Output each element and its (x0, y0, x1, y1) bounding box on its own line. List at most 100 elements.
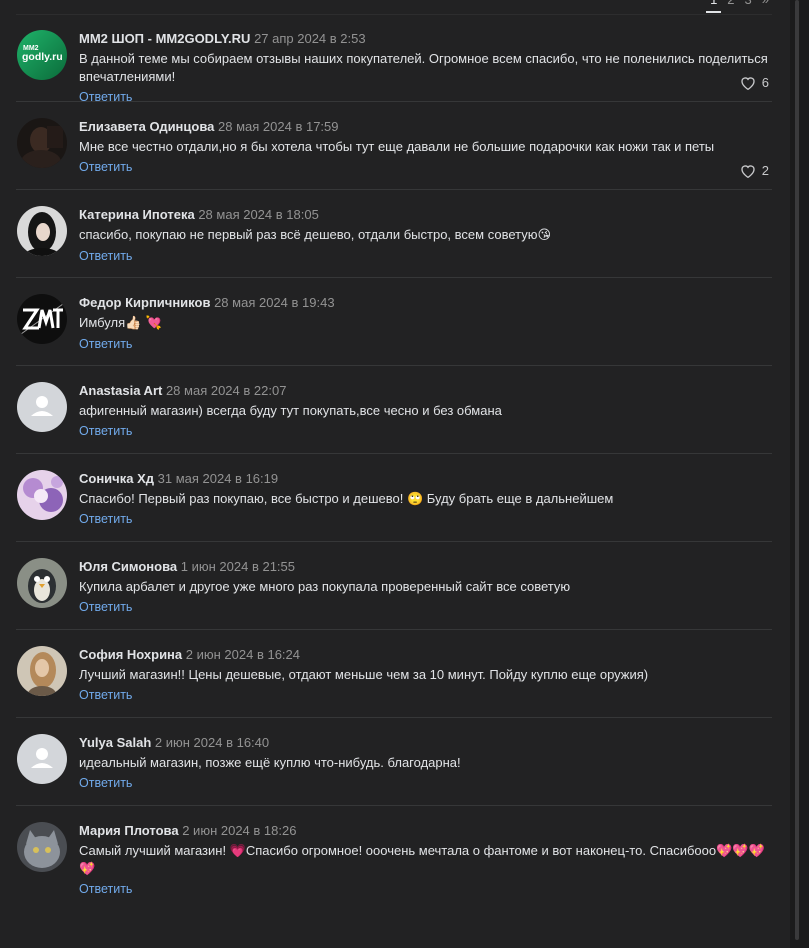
reply-button[interactable]: Ответить (79, 775, 132, 791)
comment-date[interactable]: 31 мая 2024 в 16:19 (158, 471, 278, 486)
reply-button[interactable]: Ответить (79, 687, 132, 703)
comment-date[interactable]: 2 июн 2024 в 16:24 (186, 647, 300, 662)
comment-body: Елизавета Одинцова 28 мая 2024 в 17:59 М… (79, 118, 772, 176)
pagination: 1 2 3 » (705, 0, 769, 13)
comment-body: Мария Плотова 2 июн 2024 в 18:26 Самый л… (79, 822, 772, 898)
comment-item: Юля Симонова 1 июн 2024 в 21:55 Купила а… (16, 542, 772, 630)
reply-button[interactable]: Ответить (79, 599, 132, 615)
comment-text: В данной теме мы собираем отзывы наших п… (79, 51, 768, 84)
like-count: 2 (761, 163, 769, 178)
comment-date[interactable]: 2 июн 2024 в 18:26 (182, 823, 296, 838)
comment-text: Мне все честно отдали,но я бы хотела что… (79, 139, 715, 154)
comment-text: афигенный магазин) всегда буду тут покуп… (79, 403, 502, 418)
comment-text: Лучший магазин!! Цены дешевые, отдают ме… (79, 667, 649, 682)
comment-header: Юля Симонова 1 июн 2024 в 21:55 (79, 558, 772, 576)
comment-body: Катерина Ипотека 28 мая 2024 в 18:05 спа… (79, 206, 772, 265)
comment-header: Катерина Ипотека 28 мая 2024 в 18:05 (79, 206, 772, 224)
avatar-photo[interactable] (17, 822, 67, 872)
comment-body: MM2 ШОП - MM2GODLY.RU 27 апр 2024 в 2:53… (79, 30, 772, 106)
comment-text: Самый лучший магазин! 💗Спасибо огромное!… (79, 843, 765, 876)
reply-button[interactable]: Ответить (79, 511, 132, 527)
comment-header: MM2 ШОП - MM2GODLY.RU 27 апр 2024 в 2:53 (79, 30, 772, 48)
comment-date[interactable]: 27 апр 2024 в 2:53 (254, 31, 366, 46)
comment-item: Anastasia Art 28 мая 2024 в 22:07 афиген… (16, 366, 772, 454)
comment-body: София Нохрина 2 июн 2024 в 16:24 Лучший … (79, 646, 772, 704)
comment-text: Имбуля👍🏻 💘 (79, 314, 769, 333)
comment-text: идеальный магазин, позже ещё куплю что-н… (79, 755, 461, 770)
comment-item: MM2 godly.ru MM2 ШОП - MM2GODLY.RU 27 ап… (16, 14, 772, 104)
author-name[interactable]: Елизавета Одинцова (79, 119, 214, 134)
page-3-link[interactable]: 3 (745, 0, 752, 7)
like-button[interactable]: 6 (740, 75, 769, 90)
comment-body: Yulya Salah 2 июн 2024 в 16:40 идеальный… (79, 734, 772, 792)
avatar-default[interactable] (17, 382, 67, 432)
comment-item: София Нохрина 2 июн 2024 в 16:24 Лучший … (16, 630, 772, 718)
comment-item: Катерина Ипотека 28 мая 2024 в 18:05 спа… (16, 190, 772, 278)
heart-icon (741, 164, 755, 178)
comment-header: Anastasia Art 28 мая 2024 в 22:07 (79, 382, 772, 400)
avatar-default[interactable] (17, 734, 67, 784)
emoji-kiss: 😘 (537, 228, 552, 243)
comment-date[interactable]: 1 июн 2024 в 21:55 (181, 559, 295, 574)
page-1-link[interactable]: 1 (705, 0, 722, 13)
reply-button[interactable]: Ответить (79, 336, 132, 352)
author-name[interactable]: Соничка Хд (79, 471, 154, 486)
comment-date[interactable]: 28 мая 2024 в 22:07 (166, 383, 286, 398)
svg-text:godly.ru: godly.ru (22, 51, 63, 63)
comment-item: Федор Кирпичников 28 мая 2024 в 19:43 Им… (16, 278, 772, 366)
author-name[interactable]: Катерина Ипотека (79, 207, 195, 222)
comment-header: Yulya Salah 2 июн 2024 в 16:40 (79, 734, 772, 752)
comment-body: Федор Кирпичников 28 мая 2024 в 19:43 Им… (79, 294, 772, 353)
comment-item: Yulya Salah 2 июн 2024 в 16:40 идеальный… (16, 718, 772, 806)
comment-header: Соничка Хд 31 мая 2024 в 16:19 (79, 470, 772, 488)
comment-item: Мария Плотова 2 июн 2024 в 18:26 Самый л… (16, 806, 772, 914)
author-name[interactable]: Anastasia Art (79, 383, 162, 398)
comment-date[interactable]: 28 мая 2024 в 19:43 (214, 295, 334, 310)
reply-button[interactable]: Ответить (79, 159, 132, 175)
user-icon (17, 382, 67, 432)
comment-item: Елизавета Одинцова 28 мая 2024 в 17:59 М… (16, 102, 772, 190)
page-2-link[interactable]: 2 (727, 0, 734, 7)
heart-icon (741, 76, 755, 90)
comment-header: Федор Кирпичников 28 мая 2024 в 19:43 (79, 294, 772, 312)
comment-header: Мария Плотова 2 июн 2024 в 18:26 (79, 822, 772, 840)
avatar-photo[interactable] (17, 646, 67, 696)
author-name[interactable]: Yulya Salah (79, 735, 151, 750)
comment-body: Юля Симонова 1 июн 2024 в 21:55 Купила а… (79, 558, 772, 616)
comment-date[interactable]: 2 июн 2024 в 16:40 (155, 735, 269, 750)
comment-header: София Нохрина 2 июн 2024 в 16:24 (79, 646, 772, 664)
comment-text: спасибо, покупаю не первый раз всё дешев… (79, 226, 769, 245)
reply-button[interactable]: Ответить (79, 881, 132, 897)
comment-date[interactable]: 28 мая 2024 в 18:05 (198, 207, 318, 222)
author-name[interactable]: Федор Кирпичников (79, 295, 210, 310)
reply-button[interactable]: Ответить (79, 423, 132, 439)
like-button[interactable]: 2 (740, 163, 769, 178)
comment-date[interactable]: 28 мая 2024 в 17:59 (218, 119, 338, 134)
comment-text-content: Имбуля (79, 315, 126, 330)
scrollbar-thumb[interactable] (795, 0, 799, 940)
user-icon (17, 734, 67, 784)
comment-body: Anastasia Art 28 мая 2024 в 22:07 афиген… (79, 382, 772, 440)
comment-body: Соничка Хд 31 мая 2024 в 16:19 Спасибо! … (79, 470, 772, 528)
like-count: 6 (761, 75, 769, 90)
avatar-photo[interactable] (17, 558, 67, 608)
avatar-logo[interactable] (17, 294, 67, 344)
comment-item: Соничка Хд 31 мая 2024 в 16:19 Спасибо! … (16, 454, 772, 542)
scrollbar-track[interactable] (790, 0, 809, 948)
avatar-photo[interactable] (17, 470, 67, 520)
avatar-photo[interactable] (17, 118, 67, 168)
avatar-photo[interactable] (17, 206, 67, 256)
comment-header: Елизавета Одинцова 28 мая 2024 в 17:59 (79, 118, 772, 136)
author-name[interactable]: София Нохрина (79, 647, 182, 662)
author-name[interactable]: Юля Симонова (79, 559, 177, 574)
comment-text-content: спасибо, покупаю не первый раз всё дешев… (79, 227, 538, 242)
comments-list: MM2 godly.ru MM2 ШОП - MM2GODLY.RU 27 ап… (16, 14, 772, 914)
author-name[interactable]: Мария Плотова (79, 823, 179, 838)
next-page-link[interactable]: » (762, 0, 769, 7)
reply-button[interactable]: Ответить (79, 248, 132, 264)
author-name[interactable]: MM2 ШОП - MM2GODLY.RU (79, 31, 250, 46)
comment-text: Купила арбалет и другое уже много раз по… (79, 579, 571, 594)
emoji-thumbs-heart: 👍🏻 💘 (125, 316, 162, 331)
comment-text: Спасибо! Первый раз покупаю, все быстро … (79, 491, 614, 506)
avatar-shop-logo[interactable]: MM2 godly.ru (17, 30, 67, 80)
